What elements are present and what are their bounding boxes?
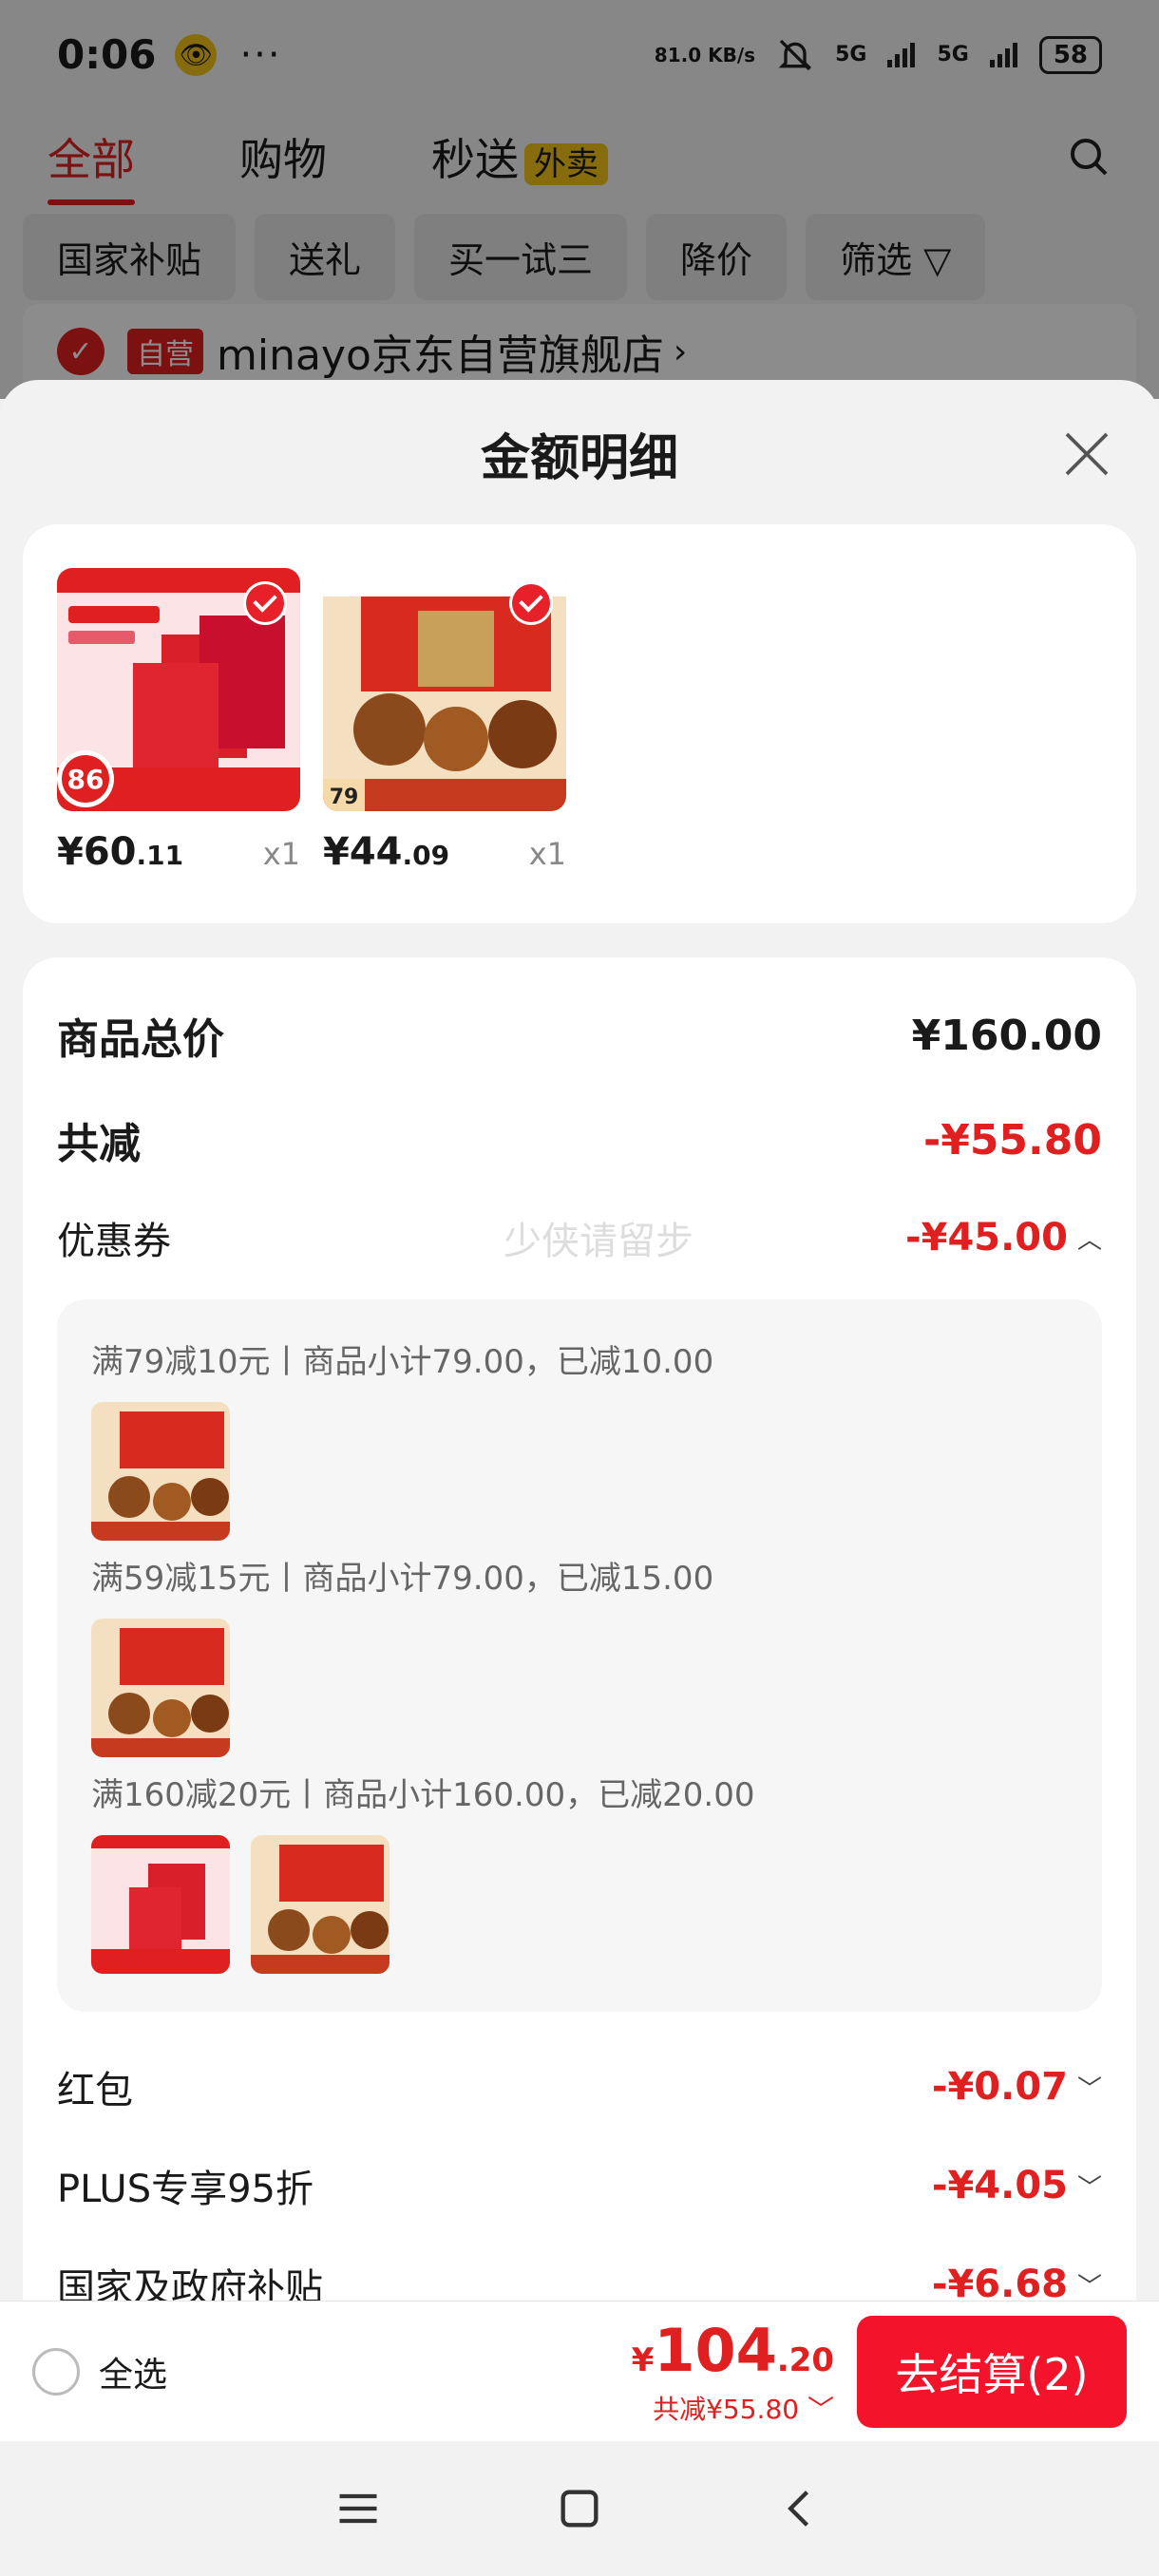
total-int: 104 xyxy=(654,2316,777,2385)
product-item[interactable]: 86 ¥60 .11 x1 xyxy=(57,568,300,874)
total-discount-text: 共减¥55.80 xyxy=(653,2394,800,2425)
checkout-button[interactable]: 去结算(2) xyxy=(857,2315,1127,2428)
total-summary: ¥104.20 共减¥55.80 ﹀ xyxy=(632,2316,834,2427)
watermark: 少侠请留步 xyxy=(504,1220,694,1263)
coupon-row[interactable]: 优惠券 少侠请留步 -¥45.00 ︿ xyxy=(57,1210,1102,1265)
coupon-rule-3: 满160减20元丨商品小计160.00，已减20.00 xyxy=(91,1776,755,1814)
plus-discount-value: -¥4.05 xyxy=(931,2164,1068,2207)
coupon-rule-1: 满79减10元丨商品小计79.00，已减10.00 xyxy=(91,1343,714,1381)
red-packet-row[interactable]: 红包 -¥0.07 ﹀ xyxy=(57,2059,1102,2114)
product-card: 86 ¥60 .11 x1 79 ¥44 .09 x1 xyxy=(23,524,1136,923)
product-badge-number: 86 xyxy=(67,764,104,795)
chevron-down-icon[interactable]: ﹀ xyxy=(1077,2267,1102,2302)
coupon-product-thumb xyxy=(91,1619,230,1757)
chevron-up-icon[interactable]: ︿ xyxy=(1077,1221,1102,1256)
system-nav-bar xyxy=(0,2441,1159,2576)
coupon-label: 优惠券 xyxy=(57,1220,171,1263)
product-qty: x1 xyxy=(262,836,300,872)
coupon-product-thumb xyxy=(251,1835,390,1974)
product-checked-icon[interactable] xyxy=(509,581,553,625)
home-icon[interactable] xyxy=(555,2484,604,2533)
product-image-minayo[interactable]: 86 xyxy=(57,568,300,811)
sheet-title: 金额明细 xyxy=(480,430,678,487)
amount-detail-sheet: 金额明细 86 ¥60 .11 x1 79 ¥44 .09 x1 商品总价 ¥1… xyxy=(0,380,1159,2441)
coupon-product-thumb xyxy=(91,1835,230,1974)
total-price-row: 商品总价 ¥160.00 xyxy=(57,1005,1102,1066)
chevron-down-icon[interactable]: ﹀ xyxy=(1077,2169,1102,2204)
coupon-detail-box: 满79减10元丨商品小计79.00，已减10.00 满59减15元丨商品小计79… xyxy=(57,1299,1102,2012)
plus-discount-label: PLUS专享95折 xyxy=(57,2168,314,2211)
back-icon[interactable] xyxy=(776,2484,826,2533)
menu-icon[interactable] xyxy=(333,2484,383,2533)
product-price-int: ¥60 xyxy=(57,830,137,874)
red-packet-value: -¥0.07 xyxy=(931,2065,1068,2109)
product-item[interactable]: 79 ¥44 .09 x1 xyxy=(323,568,566,874)
coupon-product-thumb xyxy=(91,1402,230,1541)
close-icon[interactable] xyxy=(1060,427,1113,481)
currency-symbol: ¥ xyxy=(631,2341,655,2379)
total-discount-value: -¥55.80 xyxy=(922,1115,1102,1165)
product-qty: x1 xyxy=(528,836,566,872)
coupon-value: -¥45.00 xyxy=(905,1216,1068,1260)
total-price-label: 商品总价 xyxy=(57,1015,224,1064)
total-payable: ¥104.20 xyxy=(632,2316,834,2385)
chevron-down-icon[interactable]: ﹀ xyxy=(1077,2070,1102,2105)
coupon-rule-2: 满59减15元丨商品小计79.00，已减15.00 xyxy=(91,1560,714,1598)
total-dec: .20 xyxy=(776,2341,834,2379)
red-packet-label: 红包 xyxy=(57,2069,133,2112)
product-price-dec: .11 xyxy=(136,840,184,871)
total-discount-label: 共减 xyxy=(57,1120,141,1168)
total-price-value: ¥160.00 xyxy=(911,1011,1102,1060)
plus-discount-row[interactable]: PLUS专享95折 -¥4.05 ﹀ xyxy=(57,2158,1102,2213)
total-discount-row: 共减 -¥55.80 xyxy=(57,1109,1102,1170)
product-price-int: ¥44 xyxy=(323,830,403,874)
checkout-bar: 全选 ¥104.20 共减¥55.80 ﹀ 去结算(2) xyxy=(0,2301,1159,2441)
select-all-label[interactable]: 全选 xyxy=(99,2347,167,2396)
product-badge-number: 79 xyxy=(330,786,359,809)
product-image-nuts[interactable]: 79 xyxy=(323,568,566,811)
total-discount-toggle[interactable]: 共减¥55.80 ﹀ xyxy=(632,2389,834,2427)
chevron-down-icon: ﹀ xyxy=(807,2394,834,2425)
price-breakdown-card: 商品总价 ¥160.00 共减 -¥55.80 优惠券 少侠请留步 -¥45.0… xyxy=(23,957,1136,2441)
select-all-radio[interactable] xyxy=(32,2347,80,2396)
product-checked-icon[interactable] xyxy=(243,581,287,625)
product-price-dec: .09 xyxy=(402,840,450,871)
overlay-dim[interactable] xyxy=(0,0,1159,399)
